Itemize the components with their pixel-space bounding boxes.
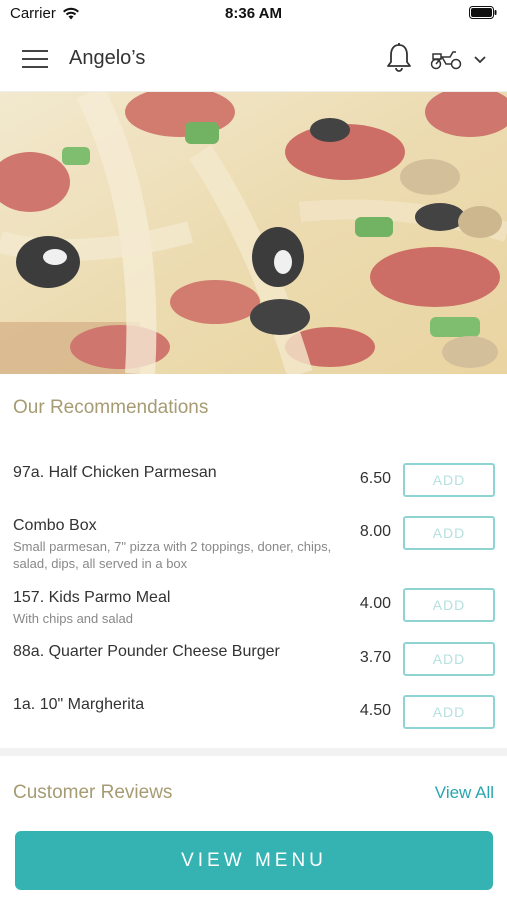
add-button[interactable]: ADD bbox=[403, 695, 495, 729]
item-name: 88a. Quarter Pounder Cheese Burger bbox=[13, 643, 280, 660]
add-button[interactable]: ADD bbox=[403, 642, 495, 676]
view-menu-button[interactable]: VIEW MENU bbox=[15, 831, 493, 890]
add-button[interactable]: ADD bbox=[403, 463, 495, 497]
recommendations-title: Our Recommendations bbox=[13, 397, 209, 418]
view-all-reviews-link[interactable]: View All bbox=[435, 783, 494, 803]
status-time: 8:36 AM bbox=[225, 5, 282, 22]
hamburger-menu-icon[interactable] bbox=[22, 50, 48, 68]
item-price: 3.70 bbox=[359, 649, 391, 666]
item-name: 97a. Half Chicken Parmesan bbox=[13, 464, 217, 481]
add-button[interactable]: ADD bbox=[403, 588, 495, 622]
item-description: Small parmesan, 7" pizza with 2 toppings… bbox=[13, 539, 332, 571]
item-price: 6.50 bbox=[359, 470, 391, 487]
section-divider bbox=[0, 748, 507, 756]
item-price: 4.00 bbox=[359, 595, 391, 612]
chevron-down-icon[interactable] bbox=[472, 53, 488, 65]
item-description: With chips and salad bbox=[13, 611, 133, 626]
app-header: Angelo’s bbox=[0, 26, 507, 92]
status-bar: Carrier 8:36 AM bbox=[0, 0, 507, 26]
item-name: Combo Box bbox=[13, 517, 97, 534]
delivery-scooter-icon[interactable] bbox=[430, 48, 462, 70]
hero-pizza-image bbox=[0, 92, 507, 374]
bell-icon[interactable] bbox=[385, 42, 413, 74]
add-button[interactable]: ADD bbox=[403, 516, 495, 550]
item-name: 1a. 10" Margherita bbox=[13, 696, 145, 713]
reviews-title: Customer Reviews bbox=[13, 782, 173, 803]
restaurant-title: Angelo’s bbox=[69, 47, 146, 69]
battery-icon bbox=[469, 6, 497, 19]
item-name: 157. Kids Parmo Meal bbox=[13, 589, 171, 606]
item-price: 8.00 bbox=[359, 523, 391, 540]
item-price: 4.50 bbox=[359, 702, 391, 719]
